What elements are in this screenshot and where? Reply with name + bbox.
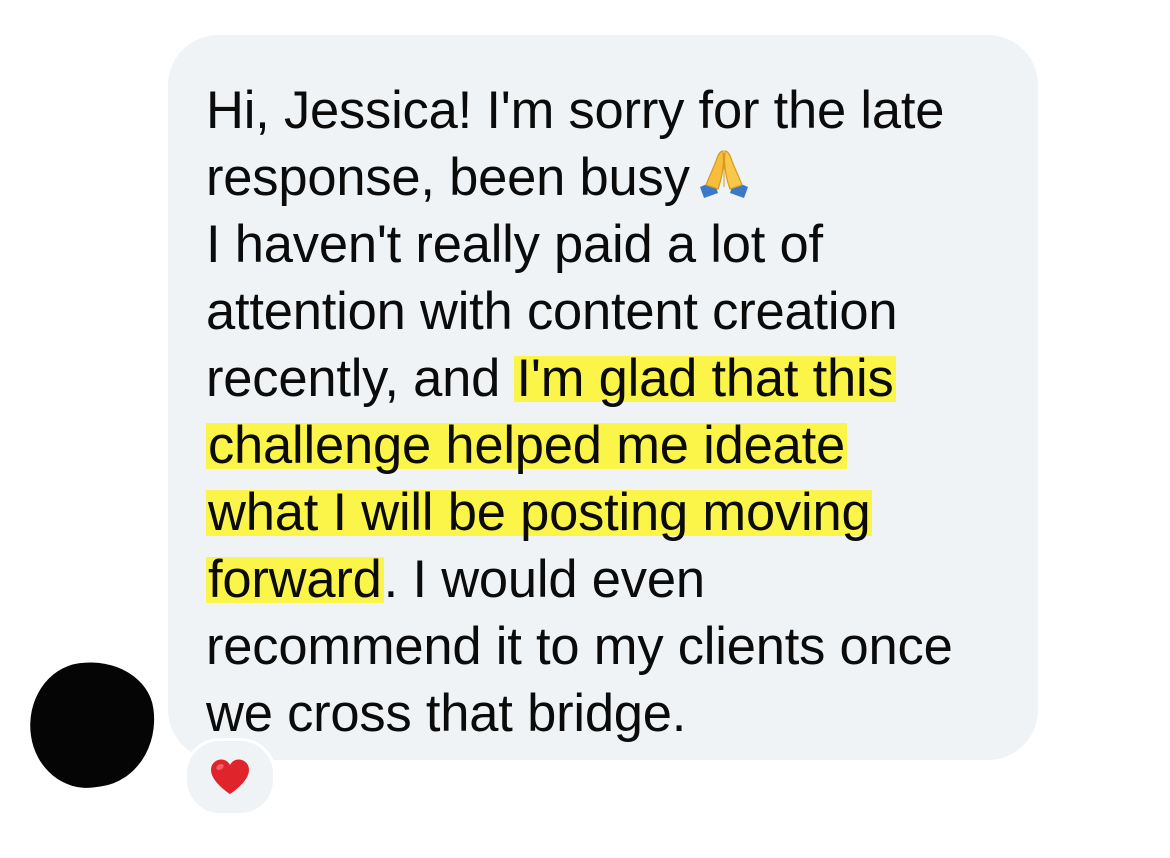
pray-icon (696, 147, 752, 199)
line-text: response, been busy (206, 148, 690, 207)
reaction-badge[interactable] (184, 738, 276, 816)
line-text: I haven't really paid a lot of (206, 215, 823, 274)
message-line: what I will be posting moving (206, 479, 1038, 546)
message-line: recommend it to my clients once (206, 613, 1038, 680)
message-line: challenge helped me ideate (206, 412, 1038, 479)
highlighted-text: forward (206, 550, 384, 609)
message-line: I haven't really paid a lot of (206, 211, 1038, 278)
highlighted-text: challenge helped me ideate (206, 416, 847, 475)
highlighted-text: I'm glad that this (514, 349, 896, 408)
message-line: attention with content creation (206, 278, 1038, 345)
highlighted-text: what I will be posting moving (206, 483, 873, 542)
sender-avatar[interactable] (21, 653, 164, 796)
message-line: Hi, Jessica! I'm sorry for the late (206, 77, 1038, 144)
message-bubble[interactable]: Hi, Jessica! I'm sorry for the late resp… (168, 35, 1038, 760)
line-text: recently, and (206, 349, 515, 408)
line-text: recommend it to my clients once (206, 617, 953, 676)
message-line: we cross that bridge. (206, 680, 1038, 747)
message-line: response, been busy (206, 144, 1038, 211)
line-text: attention with content creation (206, 282, 898, 341)
line-text: Hi, Jessica! I'm sorry for the late (206, 81, 945, 140)
heart-icon (211, 759, 249, 794)
line-text: . I would even (383, 550, 705, 609)
message-text: Hi, Jessica! I'm sorry for the late resp… (206, 77, 1038, 747)
message-line: recently, and I'm glad that this (206, 345, 1038, 412)
message-line: forward. I would even (206, 546, 1038, 613)
line-text: we cross that bridge. (206, 684, 687, 743)
